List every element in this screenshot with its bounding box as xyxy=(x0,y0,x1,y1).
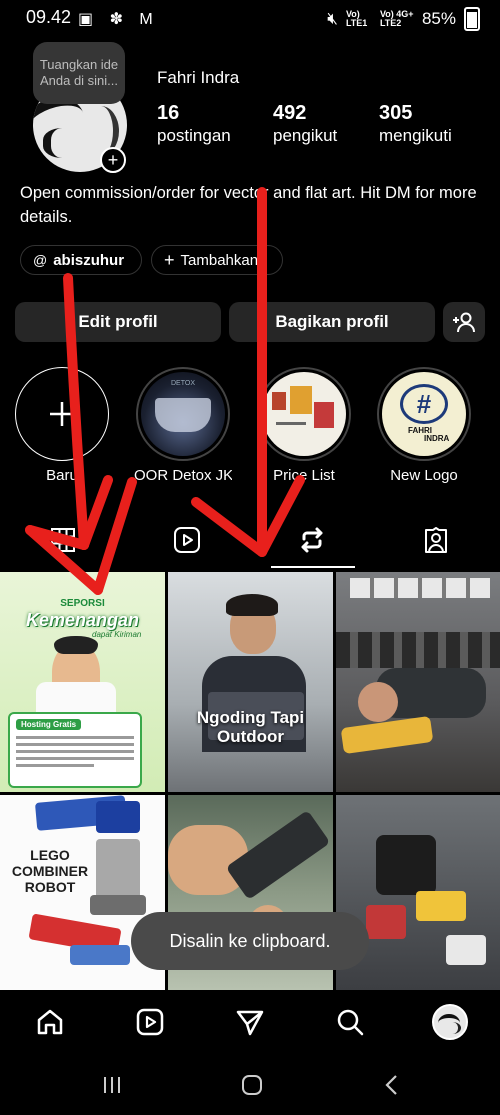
status-time: 09.42 xyxy=(26,7,72,27)
back-button[interactable] xyxy=(372,1069,412,1101)
stat-followers[interactable]: 492 pengikut xyxy=(273,102,337,148)
add-link-label: Tambahkan xyxy=(180,251,259,269)
stat-posts-value: 16 xyxy=(157,102,180,124)
home-icon xyxy=(37,1009,63,1035)
nav-search[interactable] xyxy=(328,1000,372,1044)
highlight-ring: DETOX xyxy=(136,367,230,461)
network-1: Vo) LTE1 xyxy=(345,9,368,28)
grid-icon xyxy=(51,528,75,552)
hosting-box: Hosting Gratis xyxy=(8,712,142,788)
highlight-label: OOR Detox JK... xyxy=(134,467,232,484)
nav-messages[interactable] xyxy=(228,1000,272,1044)
stat-following-label: mengikuti xyxy=(379,126,452,145)
logo-text-2: INDRA xyxy=(424,434,450,443)
highlight-price-list[interactable]: Price List xyxy=(255,367,353,484)
nav-profile[interactable] xyxy=(428,1000,472,1044)
new-highlight-ring xyxy=(15,367,109,461)
threads-chip[interactable]: @ abiszuhur xyxy=(20,245,142,275)
stat-followers-value: 492 xyxy=(273,102,307,124)
grid-post-2[interactable]: Ngoding Tapi Outdoor xyxy=(168,572,333,792)
battery-icon xyxy=(464,7,480,31)
stat-posts[interactable]: 16 postingan xyxy=(157,102,231,148)
status-bar: 09.42 ▣ ✽ M 🔇︎ Vo) LTE1 Vo) 4G+ LTE2 85% xyxy=(0,0,500,34)
add-link-chip[interactable]: + Tambahkan xyxy=(151,245,283,275)
clipboard-toast: Disalin ke clipboard. xyxy=(131,912,369,970)
recents-button[interactable] xyxy=(92,1069,132,1101)
highlight-detox[interactable]: DETOX OOR Detox JK... xyxy=(134,367,232,484)
highlight-new-logo[interactable]: # FAHRI INDRA New Logo xyxy=(375,367,473,484)
highlight-new[interactable]: Baru xyxy=(13,367,111,484)
stat-following-value: 305 xyxy=(379,102,413,124)
share-profile-button[interactable]: Bagikan profil xyxy=(229,302,435,342)
nav-home[interactable] xyxy=(28,1000,72,1044)
mute-icon: 🔇︎ xyxy=(327,9,338,28)
plus-icon xyxy=(50,402,74,426)
post-script: dapat Kiriman xyxy=(92,630,142,639)
repost-icon xyxy=(301,527,323,553)
plus-icon: + xyxy=(164,249,175,270)
profile-avatar xyxy=(432,1004,468,1040)
note-bubble[interactable]: Tuangkan ide Anda di sini... xyxy=(33,42,125,104)
profile-bio: Open commission/order for vector and fla… xyxy=(20,184,477,226)
post-caption: LEGO COMBINER ROBOT xyxy=(11,847,89,895)
stat-following[interactable]: 305 mengikuti xyxy=(379,102,452,148)
threads-handle: abiszuhur xyxy=(53,251,125,269)
tab-tagged[interactable] xyxy=(416,520,456,560)
post-caption: Ngoding Tapi Outdoor xyxy=(196,708,305,746)
highlight-label: Baru xyxy=(46,467,78,484)
home-pill-icon xyxy=(242,1075,262,1095)
active-tab-indicator xyxy=(271,566,355,568)
highlight-ring xyxy=(257,367,351,461)
highlight-cover-detox: DETOX xyxy=(141,372,225,456)
stat-followers-label: pengikut xyxy=(273,126,338,145)
send-icon xyxy=(236,1010,264,1036)
search-icon xyxy=(337,1009,364,1036)
recents-icon xyxy=(104,1077,120,1093)
profile-name: Fahri Indra xyxy=(157,68,240,87)
network-2: Vo) 4G+ LTE2 xyxy=(379,9,414,28)
threads-icon: @ xyxy=(33,252,48,268)
tab-posts-grid[interactable] xyxy=(43,520,83,560)
tagged-icon xyxy=(425,527,447,553)
edit-profile-button[interactable]: Edit profil xyxy=(15,302,221,342)
highlight-ring: # FAHRI INDRA xyxy=(377,367,471,461)
system-nav-bar xyxy=(0,1055,500,1115)
reels-icon xyxy=(174,527,200,553)
stat-posts-label: postingan xyxy=(157,126,231,145)
discover-people-button[interactable] xyxy=(443,302,485,342)
notification-icons: ▣ ✽ M xyxy=(78,11,159,28)
post-title: Kemenangan xyxy=(25,610,140,630)
highlight-cover-price xyxy=(262,372,346,456)
highlight-label: New Logo xyxy=(390,467,458,484)
highlight-detox-text: DETOX xyxy=(171,380,195,387)
nav-reels[interactable] xyxy=(128,1000,172,1044)
highlight-cover-logo: # FAHRI INDRA xyxy=(382,372,466,456)
bottom-nav xyxy=(0,990,500,1055)
home-button[interactable] xyxy=(232,1069,272,1101)
tab-reposts[interactable] xyxy=(292,520,332,560)
grid-post-1[interactable]: SEPORSI Kemenangan dapat Kiriman Hosting… xyxy=(0,572,165,792)
highlight-label: Price List xyxy=(273,467,335,484)
battery-percent: 85% xyxy=(421,9,456,28)
back-icon xyxy=(385,1075,397,1095)
grid-post-3[interactable] xyxy=(336,572,500,792)
hosting-badge: Hosting Gratis xyxy=(16,719,82,730)
add-story-icon[interactable]: + xyxy=(100,147,126,173)
status-right: 🔇︎ Vo) LTE1 Vo) 4G+ LTE2 85% xyxy=(327,7,480,31)
add-person-icon xyxy=(453,312,475,333)
reels-icon xyxy=(136,1008,164,1036)
post-subtitle: SEPORSI xyxy=(60,598,105,609)
tab-reels[interactable] xyxy=(167,520,207,560)
